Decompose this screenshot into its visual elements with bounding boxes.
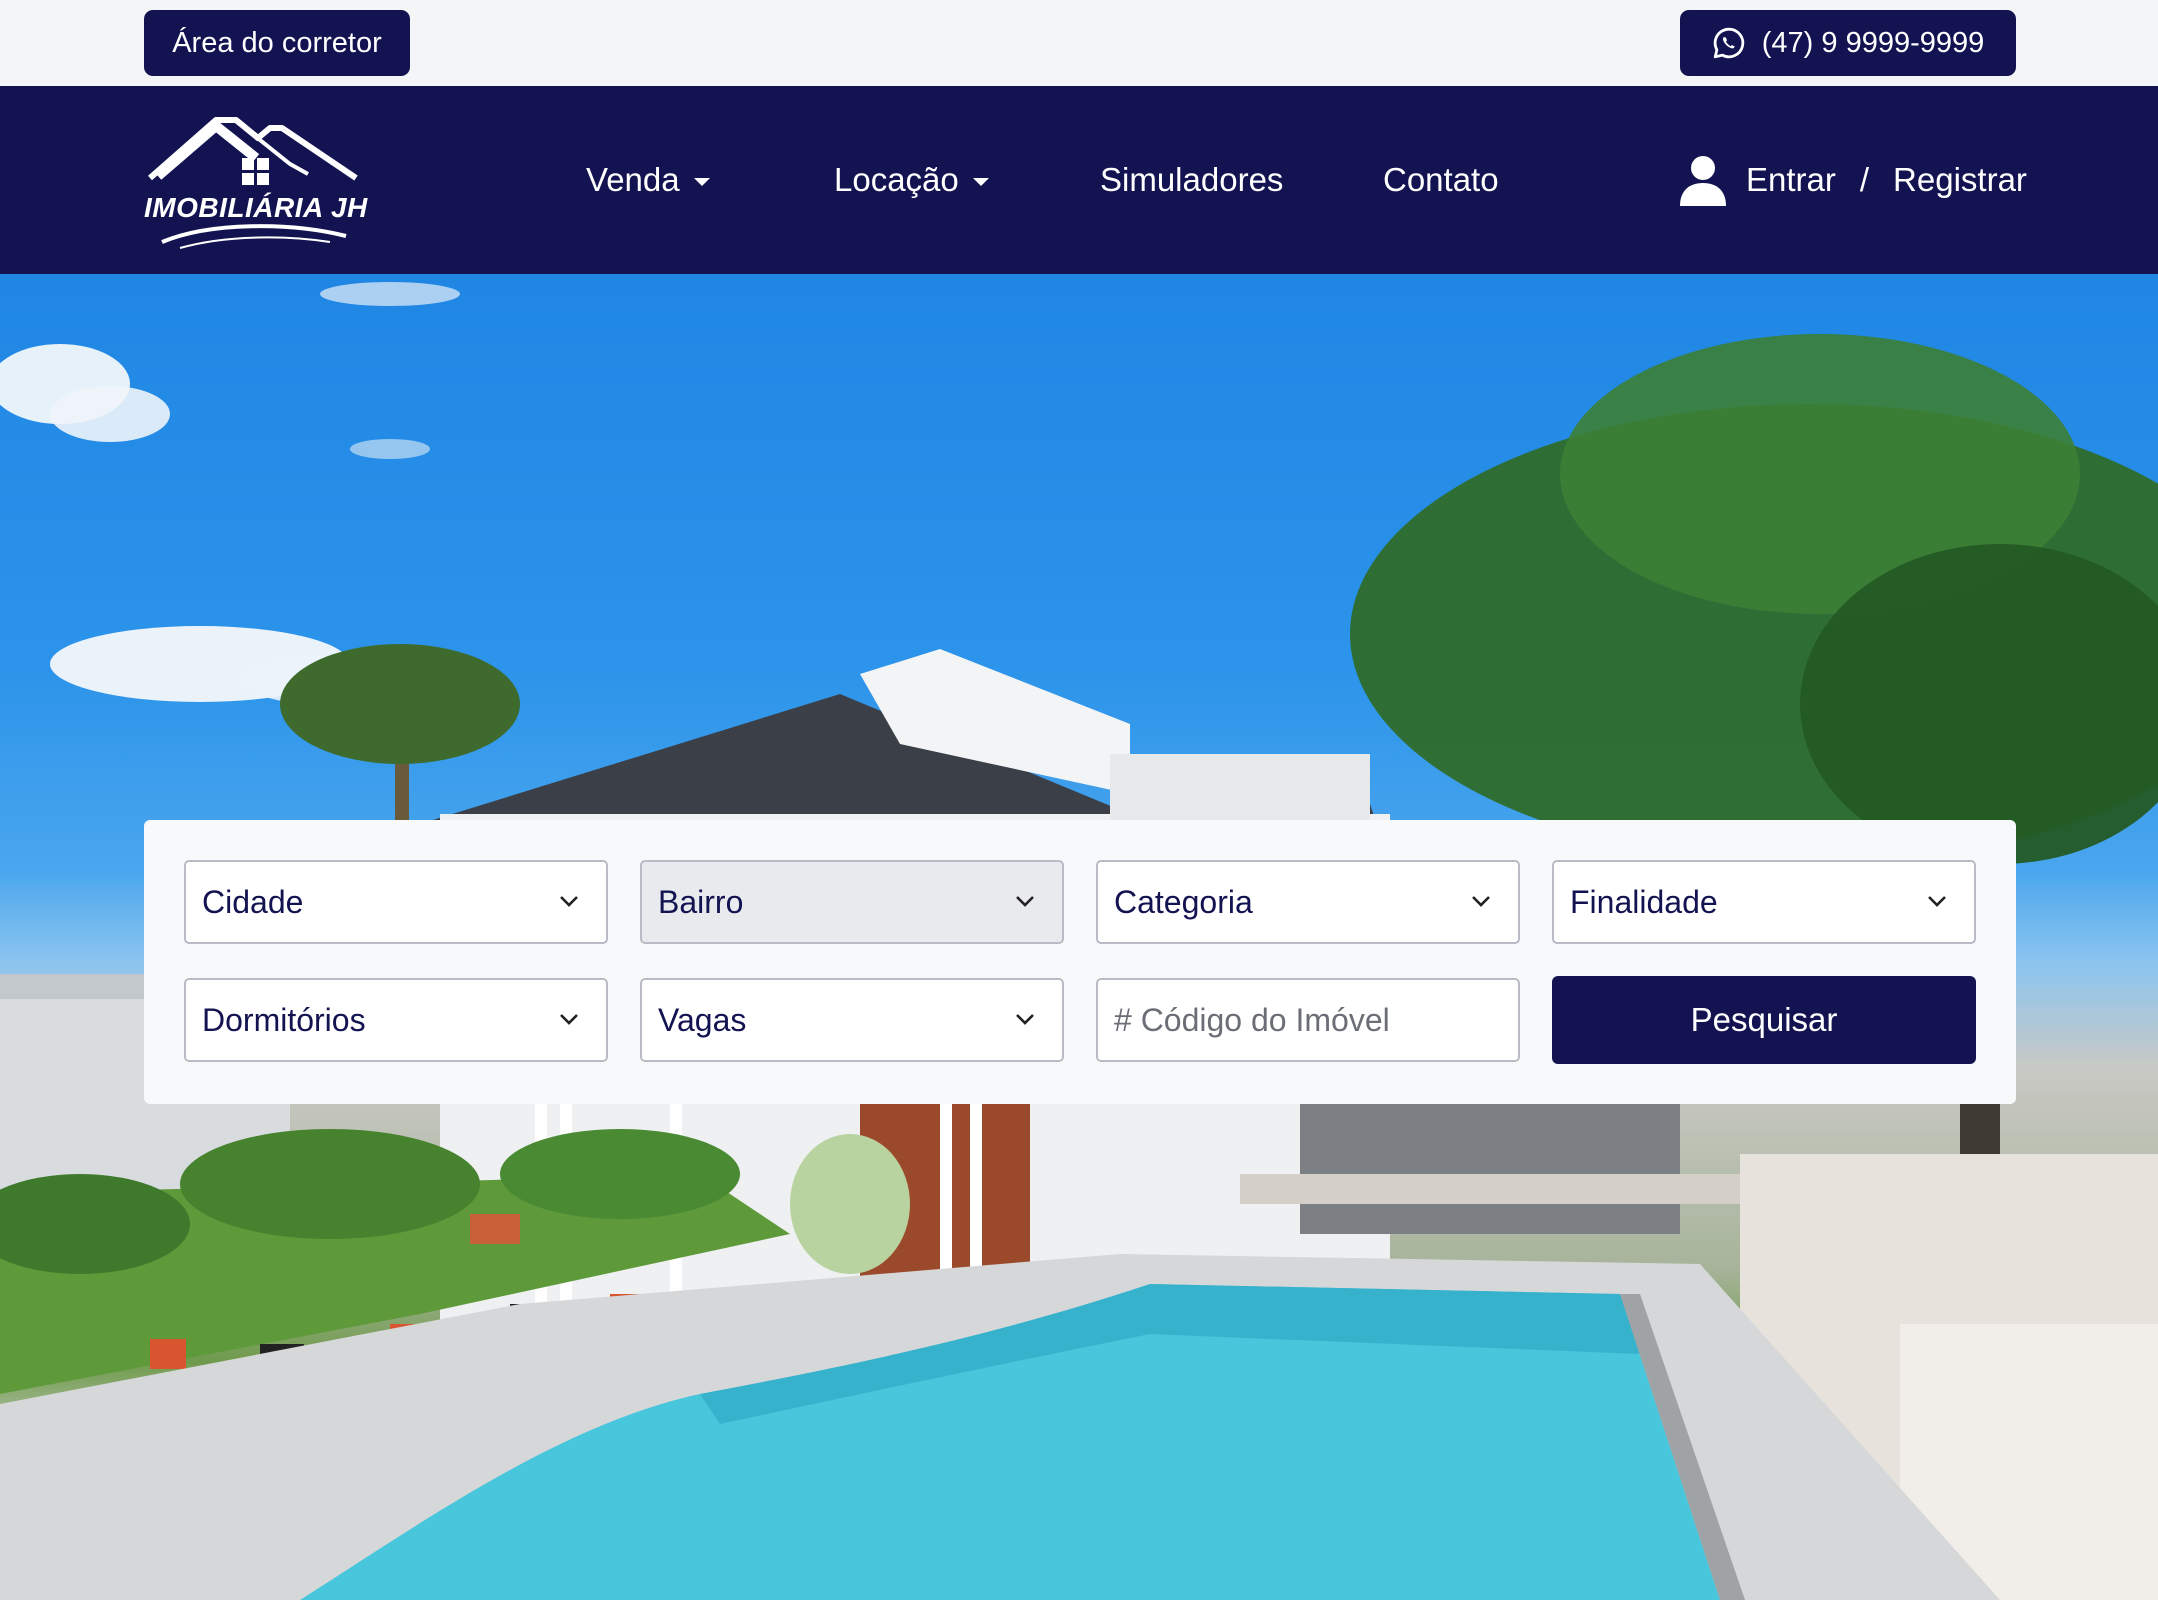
chevron-down-icon [1472, 896, 1490, 907]
logo-text: IMOBILIÁRIA JH [144, 192, 368, 223]
category-select[interactable]: Categoria [1096, 860, 1520, 944]
nav-item-venda[interactable]: Venda [586, 86, 710, 274]
register-link[interactable]: Registrar [1893, 161, 2027, 199]
nav-item-label: Venda [586, 161, 680, 198]
property-search-card: Cidade Bairro Categoria Finalidade Dormi… [144, 820, 2016, 1104]
nav-item-simuladores[interactable]: Simuladores [1100, 86, 1283, 274]
bedrooms-select[interactable]: Dormitórios [184, 978, 608, 1062]
city-select-label: Cidade [202, 883, 304, 920]
brand-logo[interactable]: IMOBILIÁRIA JH [140, 110, 370, 250]
city-select[interactable]: Cidade [184, 860, 608, 944]
purpose-select-label: Finalidade [1570, 883, 1718, 920]
property-code-field[interactable] [1096, 978, 1520, 1062]
top-bar: Área do corretor (47) 9 9999-9999 [0, 0, 2158, 86]
purpose-select[interactable]: Finalidade [1552, 860, 1976, 944]
category-select-label: Categoria [1114, 883, 1253, 920]
login-register-separator: / [1859, 161, 1870, 198]
chevron-down-icon [1016, 896, 1034, 907]
house-logo-icon [148, 117, 358, 249]
neighborhood-select-label: Bairro [658, 883, 744, 920]
search-button-label: Pesquisar [1690, 1001, 1838, 1038]
caret-down-icon [693, 178, 710, 186]
property-code-input[interactable] [1114, 1001, 1502, 1039]
main-navbar: IMOBILIÁRIA JH Venda Locação Simuladores… [0, 86, 2158, 274]
nav-item-label: Contato [1383, 161, 1499, 198]
user-icon [1680, 156, 1726, 206]
chevron-down-icon [560, 896, 578, 907]
nav-item-contato[interactable]: Contato [1383, 86, 1499, 274]
chevron-down-icon [560, 1014, 578, 1025]
chevron-down-icon [1016, 1014, 1034, 1025]
whatsapp-phone-button[interactable]: (47) 9 9999-9999 [1680, 10, 2016, 76]
search-button[interactable]: Pesquisar [1552, 976, 1976, 1064]
nav-item-locacao[interactable]: Locação [834, 86, 989, 274]
phone-label: (47) 9 9999-9999 [1761, 26, 1985, 59]
login-link[interactable]: Entrar [1746, 161, 1836, 199]
bedrooms-select-label: Dormitórios [202, 1001, 366, 1038]
broker-area-label: Área do corretor [172, 26, 382, 59]
caret-down-icon [972, 178, 989, 186]
parking-select-label: Vagas [658, 1001, 747, 1038]
parking-select[interactable]: Vagas [640, 978, 1064, 1062]
broker-area-button[interactable]: Área do corretor [144, 10, 410, 76]
whatsapp-icon [1713, 27, 1744, 59]
user-account-area: Entrar / Registrar [1678, 86, 2027, 274]
neighborhood-select[interactable]: Bairro [640, 860, 1064, 944]
nav-item-label: Locação [834, 161, 959, 198]
chevron-down-icon [1928, 896, 1946, 907]
nav-item-label: Simuladores [1100, 161, 1284, 198]
